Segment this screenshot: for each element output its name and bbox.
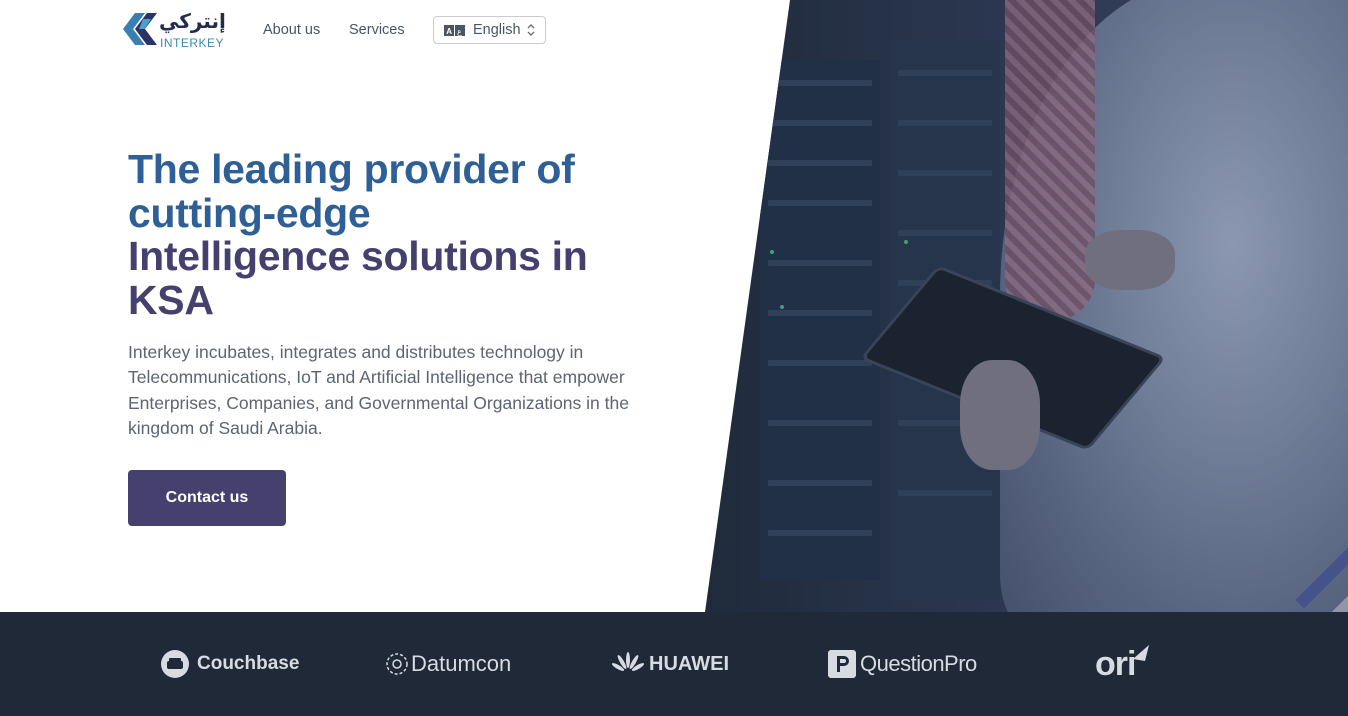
partner-logo-huawei: HUAWEI: [612, 612, 729, 716]
partner-name: QuestionPro: [860, 651, 977, 676]
person-headscarf: [1005, 0, 1095, 320]
hero-title: The leading provider of cutting-edge Int…: [128, 146, 648, 323]
hand: [960, 360, 1040, 470]
chevron-updown-icon: [527, 24, 535, 36]
hero-title-line: The leading provider of: [128, 146, 575, 192]
questionpro-logo-icon: [828, 650, 856, 678]
language-selected: English: [473, 22, 521, 38]
contact-us-button[interactable]: Contact us: [128, 470, 286, 526]
hero-image: [705, 0, 1348, 612]
svg-text:ع: ع: [457, 27, 462, 36]
partner-logo-ori: ori: [1095, 612, 1151, 716]
top-nav: إنتركي INTERKEY About us Services A ع En…: [0, 0, 700, 60]
translate-icon: A ع: [444, 25, 465, 36]
partner-logo-couchbase: Couchbase: [160, 612, 299, 716]
partner-name: ori: [1095, 644, 1136, 683]
hand: [1085, 230, 1175, 290]
ori-logo-icon: [1133, 645, 1150, 661]
couchbase-logo-icon: [161, 650, 189, 678]
brand-arabic-name: إنتركي: [159, 9, 226, 33]
server-rack: [760, 60, 880, 580]
brand-logo[interactable]: إنتركي INTERKEY: [121, 9, 231, 51]
partner-name: Couchbase: [197, 653, 300, 674]
interkey-logo-icon: [123, 13, 157, 45]
partner-name: Datumcon: [411, 651, 512, 676]
partner-name: HUAWEI: [649, 652, 729, 675]
partner-logo-datumcon: Datumcon: [385, 612, 511, 716]
language-select[interactable]: A ع English: [433, 16, 546, 44]
svg-text:A: A: [446, 27, 452, 36]
hero-title-line: cutting-edge: [128, 189, 371, 236]
partners-bar: Couchbase Datumcon HUAWEI QuestionPro or…: [0, 612, 1348, 716]
huawei-logo-icon: [612, 652, 644, 671]
brand-name: INTERKEY: [160, 36, 225, 50]
nav-link-services[interactable]: Services: [349, 22, 405, 38]
nav-link-about-us[interactable]: About us: [263, 22, 320, 38]
hero-title-line: KSA: [128, 276, 214, 323]
datumcon-logo-icon: [386, 653, 408, 675]
hero-description: Interkey incubates, integrates and distr…: [128, 342, 629, 438]
partner-logo-questionpro: QuestionPro: [828, 612, 977, 716]
hero-title-line: Intelligence solutions in: [128, 233, 588, 279]
